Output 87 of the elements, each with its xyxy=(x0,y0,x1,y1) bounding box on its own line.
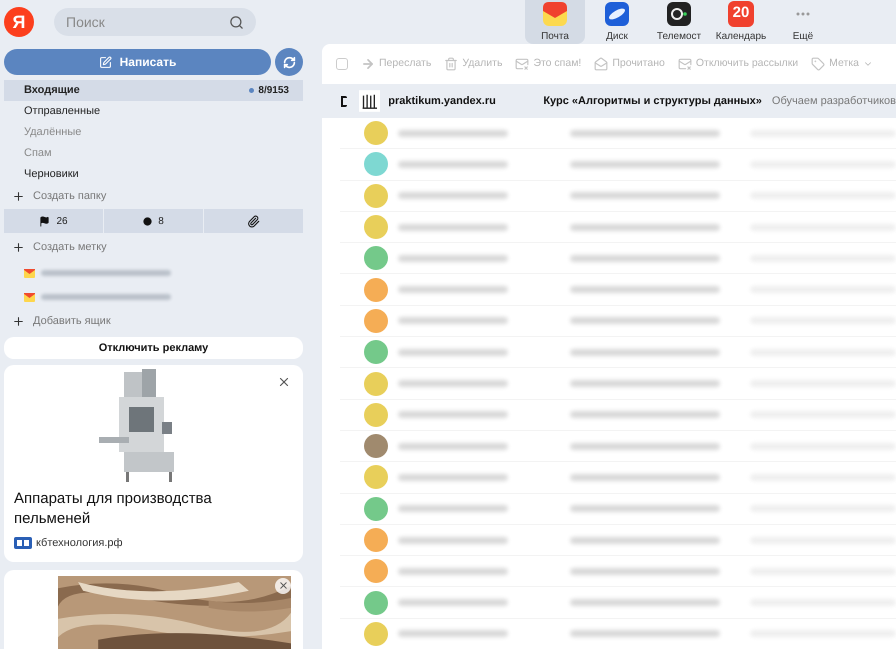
redacted-subject[interactable] xyxy=(570,192,720,200)
compose-button[interactable]: Написать xyxy=(4,49,271,75)
redacted-subject[interactable] xyxy=(570,130,720,137)
redacted-address[interactable] xyxy=(41,294,171,300)
create-folder-link[interactable]: Создать папку xyxy=(4,185,303,207)
redacted-sender[interactable] xyxy=(398,505,508,512)
search-icon xyxy=(229,15,244,30)
envelope-icon xyxy=(24,268,35,278)
sender-logo-icon xyxy=(358,89,380,113)
redacted-subject[interactable] xyxy=(570,474,720,481)
ad-card[interactable]: Аппараты для производства пельменей кбтехнология.рф xyxy=(4,365,303,562)
redacted-address[interactable] xyxy=(41,270,171,276)
dot-icon xyxy=(143,216,152,226)
trash-icon xyxy=(444,57,458,71)
redacted-sender[interactable] xyxy=(398,474,508,481)
message-preview: Обучаем разработчиков xyxy=(772,94,896,109)
redacted-subject[interactable] xyxy=(570,286,720,294)
redacted-subject[interactable] xyxy=(570,317,720,324)
flag-icon xyxy=(39,216,50,226)
redacted-subject[interactable] xyxy=(570,160,720,168)
folder-item[interactable]: Входящие 8/9153 xyxy=(4,80,303,101)
folder-item[interactable]: Отправленные xyxy=(4,101,303,122)
envelope-icon xyxy=(24,292,35,302)
redacted-subject[interactable] xyxy=(570,505,720,512)
app-tab[interactable]: Диск xyxy=(587,0,647,44)
redacted-sender[interactable] xyxy=(398,130,508,137)
plus-icon xyxy=(12,240,25,254)
create-label-link[interactable]: Создать метку xyxy=(4,233,303,261)
open-envelope-icon xyxy=(594,57,608,71)
select-all-checkbox[interactable] xyxy=(336,58,348,70)
redacted-subject[interactable] xyxy=(570,380,720,388)
redacted-subject[interactable] xyxy=(570,568,720,575)
redacted-subject[interactable] xyxy=(570,630,720,638)
app-tab[interactable]: Ещё xyxy=(773,0,833,44)
redacted-subject[interactable] xyxy=(570,224,720,231)
close-icon[interactable] xyxy=(277,375,291,389)
refresh-icon xyxy=(282,56,296,68)
redacted-sender[interactable] xyxy=(398,568,508,575)
redacted-subject[interactable] xyxy=(570,254,720,262)
redacted-subject[interactable] xyxy=(570,348,720,356)
logo[interactable]: Я xyxy=(4,7,34,37)
ad-title: Аппараты для производства пельменей xyxy=(14,489,213,529)
redacted-sender[interactable] xyxy=(398,411,508,418)
redacted-sender[interactable] xyxy=(398,630,508,638)
envelope-icon xyxy=(678,57,692,71)
redacted-sender[interactable] xyxy=(398,317,508,324)
redacted-sender[interactable] xyxy=(398,224,508,231)
more-icon xyxy=(796,12,810,16)
app-tab[interactable]: Телемост xyxy=(649,0,709,44)
app-tab[interactable]: 20 Календарь xyxy=(711,0,771,44)
tag-icon xyxy=(811,57,826,71)
filter-button[interactable]: 26 xyxy=(4,209,103,233)
redacted-sender[interactable] xyxy=(398,442,508,450)
redacted-sender[interactable] xyxy=(398,160,508,168)
redacted-sender[interactable] xyxy=(398,599,508,606)
message-count: 8/9153 xyxy=(258,84,289,98)
redacted-sender[interactable] xyxy=(398,348,508,356)
redacted-sender[interactable] xyxy=(398,286,508,294)
ad-source: кбтехнология.рф xyxy=(36,536,123,551)
spam-icon xyxy=(515,57,530,71)
envelope-icon xyxy=(542,0,568,26)
pen-icon xyxy=(98,56,112,68)
search-field[interactable]: Поиск xyxy=(54,8,256,36)
redacted-subject[interactable] xyxy=(570,599,720,606)
message-subject: Курс «Алгоритмы и структуры данных» xyxy=(543,94,762,109)
folder-item[interactable]: Черновики xyxy=(4,164,303,185)
company-logo-icon xyxy=(14,537,32,550)
redacted-sender[interactable] xyxy=(398,254,508,262)
redacted-sender[interactable] xyxy=(398,192,508,200)
ad-card[interactable] xyxy=(4,570,303,649)
disable-ads-button[interactable]: Отключить рекламу xyxy=(4,337,303,359)
sender-name: praktikum.yandex.ru xyxy=(388,94,497,109)
plus-icon xyxy=(12,314,25,328)
redacted-subject[interactable] xyxy=(570,411,720,418)
filter-button[interactable]: 8 xyxy=(103,209,203,233)
calendar-icon: 20 xyxy=(728,0,754,26)
redacted-subject[interactable] xyxy=(570,442,720,450)
redacted-sender[interactable] xyxy=(398,536,508,544)
add-mailbox-link[interactable]: Добавить ящик xyxy=(4,309,303,333)
redacted-subject[interactable] xyxy=(570,536,720,544)
app-tab[interactable]: Почта xyxy=(525,0,585,44)
close-icon xyxy=(278,580,288,591)
paperclip-icon xyxy=(247,214,260,228)
redacted-sender[interactable] xyxy=(398,380,508,388)
plus-icon xyxy=(12,190,25,202)
refresh-button[interactable] xyxy=(275,48,303,76)
message-row[interactable]: praktikum.yandex.ru Курс «Алгоритмы и структуры данных» Обучаем разработчиков xyxy=(322,84,896,118)
